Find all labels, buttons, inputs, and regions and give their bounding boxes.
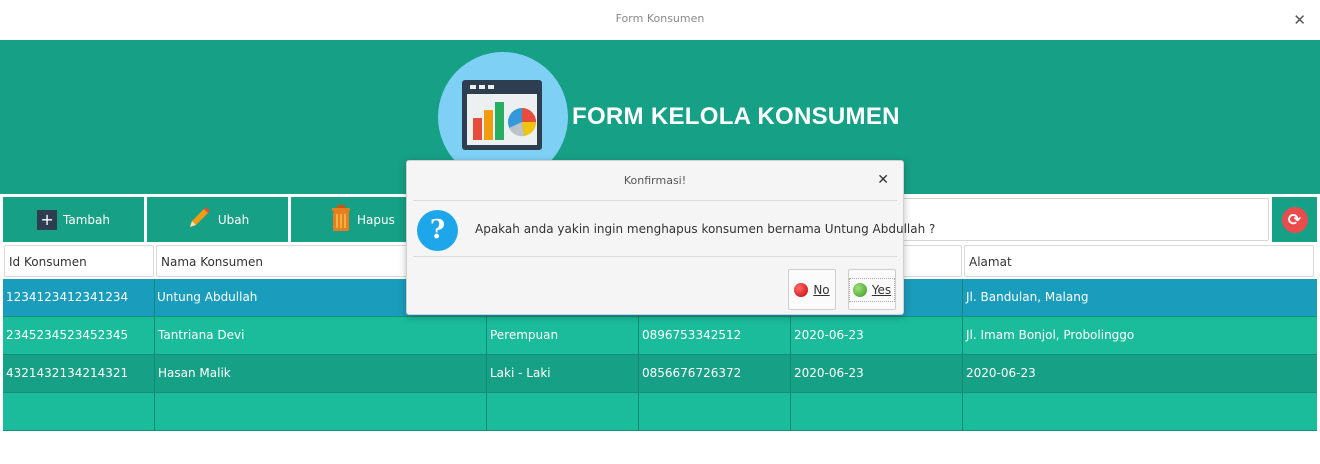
cell-id bbox=[3, 393, 155, 430]
question-icon: ? bbox=[417, 210, 458, 251]
dialog-close-icon[interactable]: ✕ bbox=[877, 172, 889, 188]
cell-gender: Perempuan bbox=[487, 317, 639, 354]
delete-button-label: Hapus bbox=[357, 212, 395, 227]
cell-name bbox=[155, 393, 487, 430]
table-row[interactable]: 2345234523452345 Tantriana Devi Perempua… bbox=[3, 317, 1317, 355]
table-row[interactable] bbox=[3, 393, 1317, 431]
dialog-message: Apakah anda yakin ingin menghapus konsum… bbox=[475, 222, 936, 236]
yes-button-label: Yes bbox=[871, 282, 892, 297]
window-titlebar: Form Konsumen ✕ bbox=[0, 0, 1320, 40]
yes-button-focus: Yes bbox=[848, 277, 896, 302]
cell-date: 2020-06-23 bbox=[791, 355, 963, 392]
red-dot-icon bbox=[794, 282, 809, 297]
cell-date: 2020-06-23 bbox=[791, 317, 963, 354]
cell-gender: Laki - Laki bbox=[487, 355, 639, 392]
green-dot-icon bbox=[852, 282, 867, 297]
refresh-icon: ⟳ bbox=[1281, 206, 1308, 233]
cell-phone bbox=[639, 393, 791, 430]
trash-icon bbox=[331, 205, 351, 234]
add-button[interactable]: + Tambah bbox=[3, 197, 144, 242]
page-title: FORM KELOLA KONSUMEN bbox=[572, 103, 900, 130]
window-title: Form Konsumen bbox=[615, 12, 705, 25]
column-header-address[interactable]: Alamat bbox=[964, 245, 1314, 277]
cell-address bbox=[963, 393, 1317, 430]
cell-address: Jl. Imam Bonjol, Probolinggo bbox=[966, 328, 1135, 342]
cell-name: Tantriana Devi bbox=[155, 317, 487, 354]
pencil-icon bbox=[186, 205, 212, 234]
edit-button[interactable]: Ubah bbox=[147, 197, 288, 242]
delete-button[interactable]: Hapus bbox=[291, 197, 406, 242]
cell-id: 4321432134214321 bbox=[3, 355, 155, 392]
refresh-button[interactable]: ⟳ bbox=[1272, 197, 1317, 242]
window-close-icon[interactable]: ✕ bbox=[1293, 11, 1306, 29]
search-input[interactable] bbox=[886, 198, 1269, 241]
dialog-title: Konfirmasi! bbox=[623, 174, 687, 187]
add-button-label: Tambah bbox=[63, 212, 110, 227]
no-button-label: No bbox=[813, 282, 830, 297]
plus-icon: + bbox=[37, 209, 58, 230]
confirm-dialog: Konfirmasi! ✕ ? Apakah anda yakin ingin … bbox=[406, 160, 935, 315]
cell-address: Jl. Bandulan, Malang bbox=[966, 290, 1089, 304]
cell-phone: 0896753342512 bbox=[639, 317, 791, 354]
cell-name: Hasan Malik bbox=[155, 355, 487, 392]
yes-button[interactable]: Yes bbox=[848, 269, 896, 310]
cell-id: 2345234523452345 bbox=[3, 317, 155, 354]
no-button[interactable]: No bbox=[788, 269, 836, 310]
cell-phone: 0856676726372 bbox=[639, 355, 791, 392]
table-row[interactable]: 4321432134214321 Hasan Malik Laki - Laki… bbox=[3, 355, 1317, 393]
cell-id: 1234123412341234 bbox=[3, 279, 155, 316]
cell-gender bbox=[487, 393, 639, 430]
dialog-divider bbox=[413, 256, 897, 257]
edit-button-label: Ubah bbox=[217, 212, 250, 227]
dialog-divider bbox=[413, 200, 897, 201]
cell-address: 2020-06-23 bbox=[966, 366, 1036, 380]
cell-date bbox=[791, 393, 963, 430]
column-header-id[interactable]: Id Konsumen bbox=[4, 245, 154, 277]
